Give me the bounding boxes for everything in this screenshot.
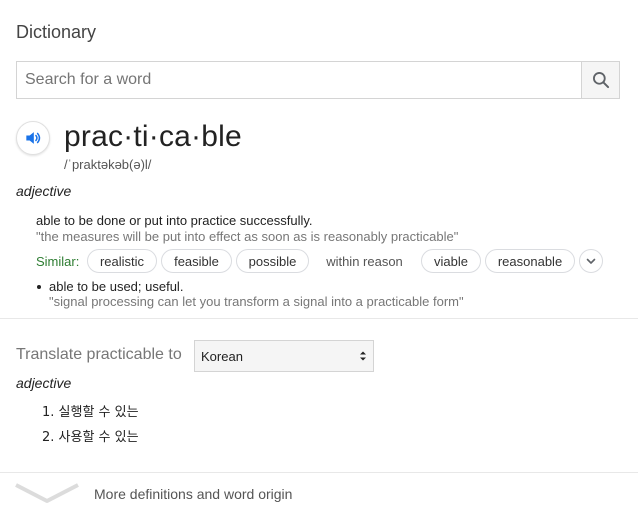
definition-1: able to be done or put into practice suc… [36,213,313,228]
search-icon [592,72,609,89]
similar-chip-reasonable[interactable]: reasonable [485,249,575,273]
similar-chip-feasible[interactable]: feasible [161,249,232,273]
similar-chip-possible[interactable]: possible [236,249,309,273]
translation-item: 2. 사용할 수 있는 [42,430,139,445]
language-select-value: Korean [201,348,243,364]
similar-expand-button[interactable] [579,249,603,273]
similar-chip-within-reason[interactable]: within reason [313,249,416,273]
pronunciation-button[interactable] [16,121,50,155]
translation-item: 1. 실행할 수 있는 [42,405,139,420]
similar-label: Similar: [36,254,80,269]
language-select[interactable]: Korean [194,340,374,372]
phonetic: /ˈpraktəkəb(ə)l/ [64,157,152,172]
part-of-speech: adjective [16,183,72,199]
select-arrows-icon [360,351,366,361]
search-box [16,61,620,99]
chevron-down-icon [15,483,79,503]
chevron-down-icon [586,258,596,264]
more-definitions-link[interactable]: More definitions and word origin [94,486,292,502]
similar-chip-viable[interactable]: viable [421,249,481,273]
dictionary-title: Dictionary [16,22,97,42]
headword: prac·ti·ca·ble [64,120,242,153]
translation-part-of-speech: adjective [16,375,72,391]
example-2: "signal processing can let you transform… [49,294,464,309]
sense-bullet [37,285,41,289]
divider [0,472,638,473]
speaker-icon [26,132,41,144]
example-1: "the measures will be put into effect as… [36,229,459,244]
translate-label: Translate practicable to [16,346,182,363]
definition-2: able to be used; useful. [49,279,184,294]
more-expand-chevron[interactable] [14,482,80,509]
divider [0,318,638,319]
search-input[interactable] [17,62,581,98]
similar-chip-realistic[interactable]: realistic [87,249,157,273]
search-button[interactable] [581,62,619,98]
